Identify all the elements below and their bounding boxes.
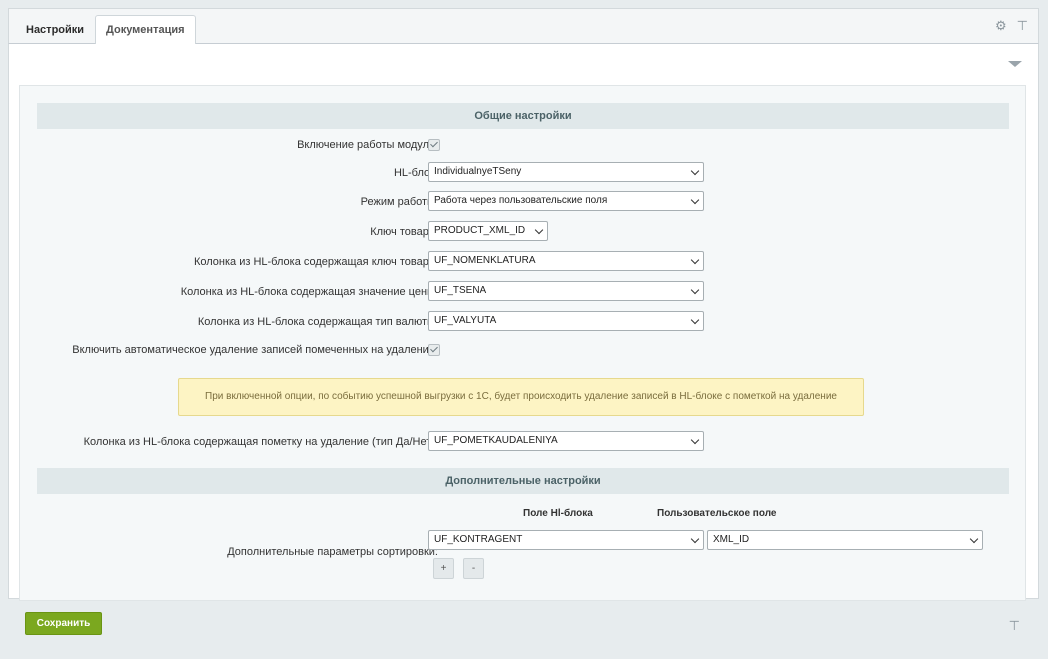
row-enable-module: Включение работы модуля: [20, 134, 1027, 156]
tab-icons: ⚙ ⊤ [985, 18, 1028, 34]
pin-icon[interactable]: ⊤ [1009, 618, 1020, 634]
key-column-select[interactable]: UF_NOMENKLATURA [428, 251, 704, 271]
chevron-down-icon [690, 255, 700, 265]
row-key-column: Колонка из HL-блока содержащая ключ това… [20, 251, 1027, 273]
row-hl-block: HL-блок: IndividualnyeTSeny [20, 162, 1027, 184]
chevron-down-icon [690, 315, 700, 325]
auto-delete-checkbox[interactable] [428, 344, 440, 356]
row-auto-delete: Включить автоматическое удаление записей… [20, 339, 1027, 361]
mode-label: Режим работы: [360, 196, 438, 208]
col-hl-field-heading: Поле Hl-блока [523, 508, 593, 519]
sorting-label: Дополнительные параметры сортировки: [227, 546, 438, 558]
delete-mark-column-select[interactable]: UF_POMETKAUDALENIYA [428, 431, 704, 451]
chevron-down-icon [690, 195, 700, 205]
remove-sorting-button[interactable]: - [463, 558, 484, 579]
sorting-user-select[interactable]: XML_ID [707, 530, 983, 550]
pin-icon[interactable]: ⊤ [1017, 18, 1028, 33]
settings-form: Общие настройки Включение работы модуля:… [19, 85, 1026, 601]
chevron-down-icon [969, 534, 979, 544]
tab-documentation[interactable]: Документация [95, 15, 196, 46]
price-column-select[interactable]: UF_TSENA [428, 281, 704, 301]
auto-delete-label: Включить автоматическое удаление записей… [72, 344, 438, 356]
section-additional-heading: Дополнительные настройки [37, 468, 1009, 494]
row-price-column: Колонка из HL-блока содержащая значение … [20, 281, 1027, 303]
row-mode: Режим работы: Работа через пользовательс… [20, 191, 1027, 213]
row-product-key: Ключ товара: PRODUCT_XML_ID [20, 221, 1027, 243]
key-column-label: Колонка из HL-блока содержащая ключ това… [193, 256, 438, 268]
row-delete-mark-column: Колонка из HL-блока содержащая пометку н… [20, 431, 1027, 453]
save-button[interactable]: Сохранить [25, 612, 102, 635]
auto-delete-note: При включенной опции, по событию успешно… [178, 378, 864, 416]
mode-select[interactable]: Работа через пользовательские поля [428, 191, 704, 211]
currency-column-select[interactable]: UF_VALYUTA [428, 311, 704, 331]
currency-column-label: Колонка из HL-блока содержащая тип валют… [197, 316, 438, 328]
tabs-bar: Настройки Документация ⚙ ⊤ [8, 8, 1039, 46]
chevron-down-icon [690, 166, 700, 176]
collapse-arrow-icon[interactable] [1008, 61, 1022, 67]
settings-panel: Общие настройки Включение работы модуля:… [8, 44, 1039, 601]
add-sorting-button[interactable]: + [433, 558, 454, 579]
delete-mark-column-label: Колонка из HL-блока содержащая пометку н… [83, 436, 438, 448]
enable-module-label: Включение работы модуля: [297, 139, 438, 151]
chevron-down-icon [690, 534, 700, 544]
enable-module-checkbox[interactable] [428, 139, 440, 151]
tab-settings[interactable]: Настройки [15, 15, 95, 45]
col-user-field-heading: Пользовательское поле [657, 508, 777, 519]
hl-block-select[interactable]: IndividualnyeTSeny [428, 162, 704, 182]
price-column-label: Колонка из HL-блока содержащая значение … [180, 286, 438, 298]
sorting-hl-select[interactable]: UF_KONTRAGENT [428, 530, 704, 550]
section-general-heading: Общие настройки [37, 103, 1009, 129]
product-key-select[interactable]: PRODUCT_XML_ID [428, 221, 548, 241]
gear-icon[interactable]: ⚙ [995, 18, 1007, 33]
chevron-down-icon [690, 435, 700, 445]
chevron-down-icon [690, 285, 700, 295]
row-currency-column: Колонка из HL-блока содержащая тип валют… [20, 311, 1027, 333]
chevron-down-icon [534, 225, 544, 235]
